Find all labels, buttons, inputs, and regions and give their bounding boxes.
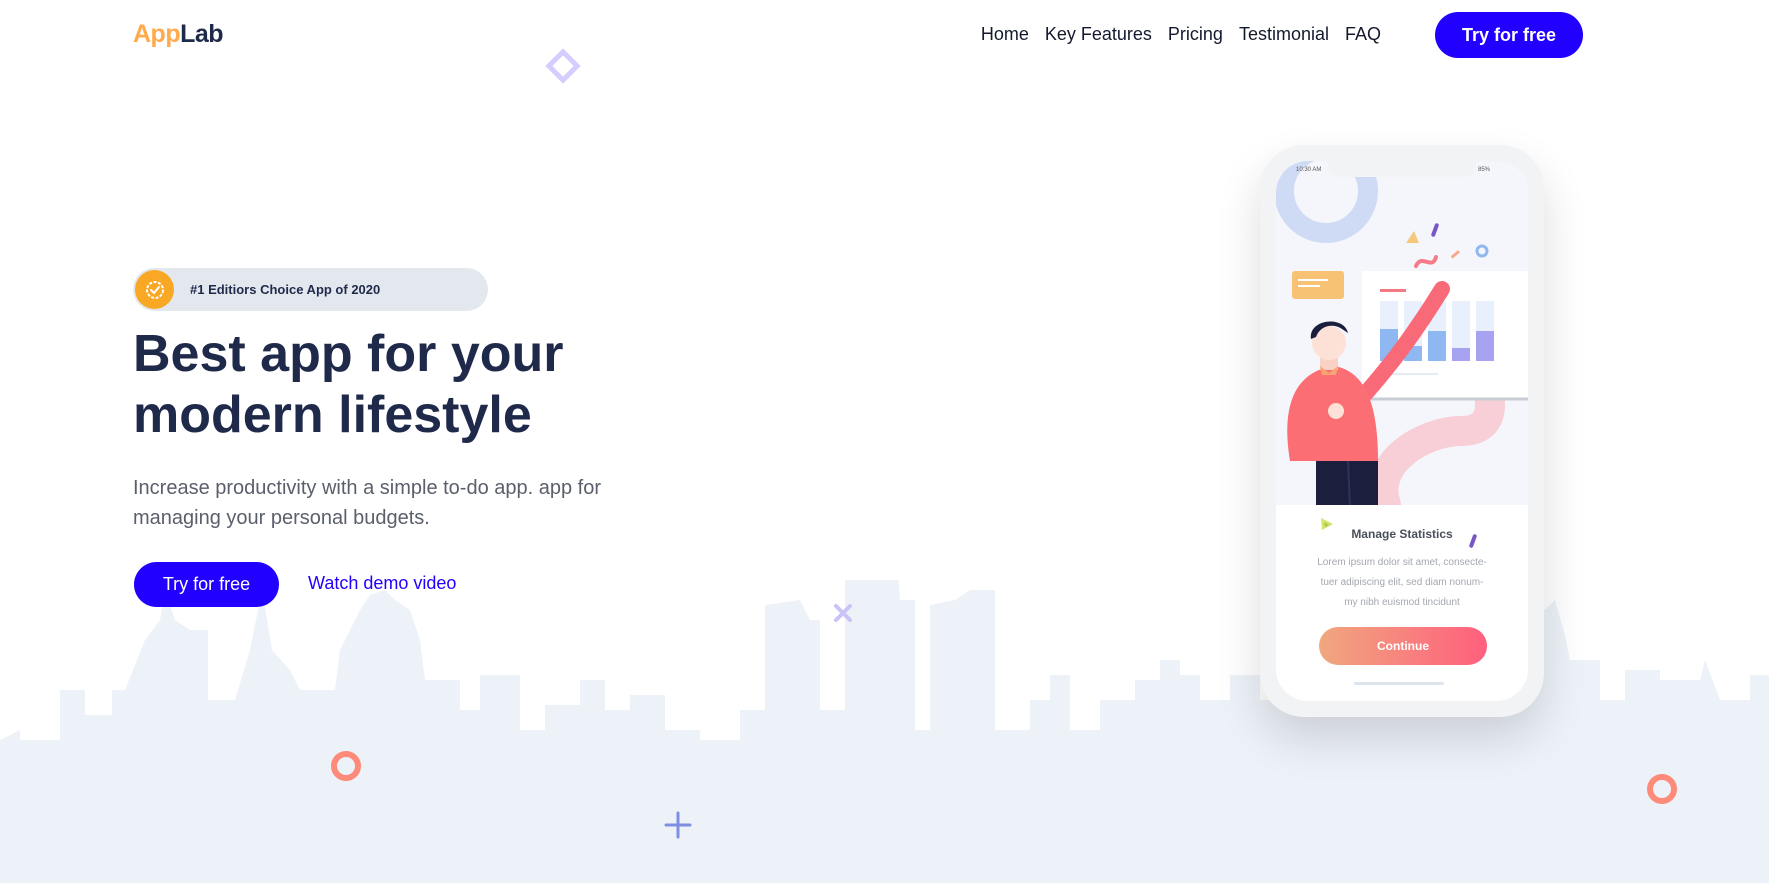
nav-item-home[interactable]: Home	[981, 24, 1029, 45]
nav-item-testimonial[interactable]: Testimonial	[1239, 24, 1329, 45]
continue-button[interactable]: Continue	[1319, 627, 1487, 665]
try-for-free-hero-button[interactable]: Try for free	[134, 562, 279, 607]
nav-item-faq[interactable]: FAQ	[1345, 24, 1381, 45]
manage-statistics-title: Manage Statistics	[1351, 527, 1453, 541]
phone-card-text-line-1: Lorem ipsum dolor sit amet, consecte-	[1317, 557, 1487, 568]
logo-part-lab: Lab	[180, 20, 224, 48]
nav-item-pricing[interactable]: Pricing	[1168, 24, 1223, 45]
phone-card-text: Lorem ipsum dolor sit amet, consecte- tu…	[1292, 553, 1512, 613]
hero-title-line-2: modern lifestyle	[133, 386, 532, 444]
watch-demo-video-link[interactable]: Watch demo video	[308, 573, 456, 594]
hero-title-line-1: Best app for your	[133, 325, 564, 383]
diamond-outline-icon	[545, 48, 581, 84]
logo[interactable]: AppLab	[133, 20, 224, 49]
main-nav: Home Key Features Pricing Testimonial FA…	[981, 24, 1381, 45]
plus-icon	[664, 811, 692, 839]
home-indicator	[1354, 682, 1444, 685]
ring-icon	[1647, 774, 1677, 804]
phone-mockup: 10:30 AM 85% Manage Statistics Lorem ips…	[1260, 145, 1544, 717]
hero-title: Best app for your modern lifestyle	[133, 324, 773, 446]
status-bar-battery: 85%	[1478, 167, 1491, 173]
try-for-free-nav-button[interactable]: Try for free	[1435, 12, 1583, 58]
status-bar-time: 10:30 AM	[1296, 167, 1322, 173]
phone-screen: 10:30 AM 85% Manage Statistics Lorem ips…	[1276, 161, 1528, 701]
cross-icon	[834, 604, 852, 622]
phone-notch	[1328, 161, 1476, 177]
nav-item-key-features[interactable]: Key Features	[1045, 24, 1152, 45]
ring-icon	[331, 751, 361, 781]
hero-subtitle: Increase productivity with a simple to-d…	[133, 473, 693, 533]
phone-card-text-line-3: my nibh euismod tincidunt	[1344, 597, 1460, 608]
logo-part-app: App	[133, 20, 181, 48]
hero-subtitle-line-2: managing your personal budgets.	[133, 507, 430, 529]
badge-text: #1 Editiors Choice App of 2020	[190, 282, 381, 297]
statistics-illustration	[1276, 161, 1528, 505]
check-badge-icon	[135, 270, 174, 309]
hero-subtitle-line-1: Increase productivity with a simple to-d…	[133, 477, 602, 499]
editors-choice-badge: #1 Editiors Choice App of 2020	[133, 268, 488, 311]
phone-card-text-line-2: tuer adipiscing elit, sed diam nonum-	[1320, 577, 1484, 588]
